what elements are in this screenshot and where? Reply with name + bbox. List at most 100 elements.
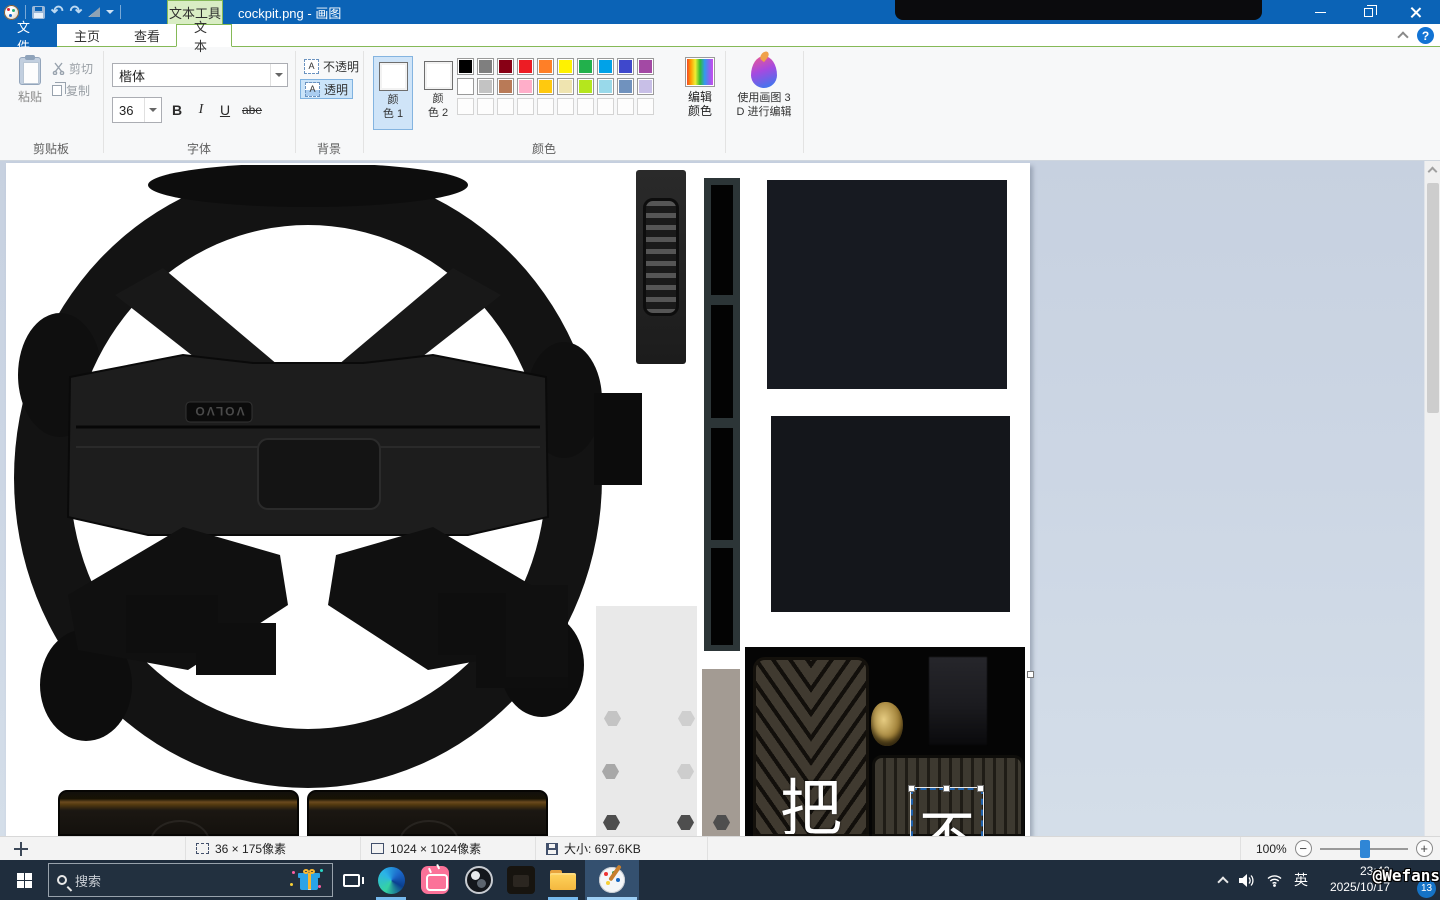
font-family-dropdown[interactable] bbox=[270, 64, 287, 86]
transparent-button[interactable]: A 透明 bbox=[300, 79, 353, 99]
palette-swatch-empty[interactable] bbox=[617, 98, 634, 115]
edit-colors-button[interactable]: 编辑颜色 bbox=[678, 57, 722, 118]
taskbar-obs-button[interactable] bbox=[457, 860, 501, 900]
search-promo-gift-icon[interactable] bbox=[298, 869, 320, 891]
taskbar-search-box[interactable]: 搜索 bbox=[48, 863, 333, 897]
palette-swatch[interactable] bbox=[557, 58, 574, 75]
paste-button[interactable]: 粘贴 bbox=[8, 57, 52, 105]
taskbar-paint-button[interactable] bbox=[585, 860, 639, 900]
zoom-level-text: 100% bbox=[1256, 842, 1287, 856]
minimize-button[interactable] bbox=[1296, 0, 1344, 24]
task-view-button[interactable] bbox=[333, 860, 369, 900]
chevron-down-icon bbox=[275, 73, 283, 77]
font-family-select[interactable]: 楷体 bbox=[112, 63, 288, 87]
tab-file[interactable]: 文件 bbox=[0, 24, 57, 47]
zoom-out-button[interactable]: − bbox=[1295, 840, 1312, 857]
underline-button[interactable]: U bbox=[214, 98, 236, 122]
bold-button[interactable]: B bbox=[166, 98, 188, 122]
palette-swatch[interactable] bbox=[457, 78, 474, 95]
taskbar-explorer-button[interactable] bbox=[541, 860, 585, 900]
selection-handle-top-right[interactable] bbox=[977, 785, 984, 792]
tab-view[interactable]: 查看 bbox=[117, 24, 177, 47]
background-group-label: 背景 bbox=[269, 140, 389, 157]
palette-swatch-empty[interactable] bbox=[557, 98, 574, 115]
restore-button[interactable] bbox=[1344, 0, 1392, 24]
palette-swatch[interactable] bbox=[517, 58, 534, 75]
font-size-select[interactable]: 36 bbox=[112, 97, 162, 123]
opaque-button[interactable]: A 不透明 bbox=[300, 56, 363, 76]
chevron-down-icon bbox=[149, 108, 157, 112]
restore-icon bbox=[1364, 8, 1373, 17]
palette-swatch-empty[interactable] bbox=[497, 98, 514, 115]
color2-button[interactable]: 颜 色 2 bbox=[418, 56, 458, 130]
palette-swatch-empty[interactable] bbox=[537, 98, 554, 115]
tab-text[interactable]: 文本 bbox=[176, 24, 232, 47]
palette-swatch[interactable] bbox=[517, 78, 534, 95]
palette-swatch-empty[interactable] bbox=[637, 98, 654, 115]
palette-swatch[interactable] bbox=[537, 58, 554, 75]
strikethrough-button[interactable]: abe bbox=[238, 98, 266, 122]
scroll-up-icon[interactable] bbox=[1428, 167, 1438, 177]
palette-swatch[interactable] bbox=[557, 78, 574, 95]
selection-handle-top-left[interactable] bbox=[908, 785, 915, 792]
taskbar-edge-button[interactable] bbox=[369, 860, 413, 900]
taskbar-bilibili-button[interactable] bbox=[413, 860, 457, 900]
palette-swatch[interactable] bbox=[477, 78, 494, 95]
palette-swatch-empty[interactable] bbox=[457, 98, 474, 115]
palette-swatch[interactable] bbox=[457, 58, 474, 75]
help-button[interactable]: ? bbox=[1417, 27, 1434, 44]
drawing-canvas[interactable]: VOLVO bbox=[6, 163, 1030, 836]
palette-swatch-empty[interactable] bbox=[517, 98, 534, 115]
customize-toolbar-dropdown-icon[interactable] bbox=[106, 10, 114, 14]
minimize-ribbon-icon[interactable] bbox=[1397, 31, 1408, 42]
close-button[interactable] bbox=[1392, 0, 1440, 24]
color1-swatch bbox=[379, 62, 408, 91]
zoom-slider-thumb[interactable] bbox=[1360, 840, 1370, 858]
taskbar: 搜索 英 23:40 2025/10/17 @Wefans 13 bbox=[0, 860, 1440, 900]
undo-icon[interactable]: ↶ bbox=[51, 5, 64, 19]
palette-swatch[interactable] bbox=[477, 58, 494, 75]
transparent-label: 透明 bbox=[324, 81, 348, 98]
color-palette bbox=[457, 58, 654, 115]
palette-swatch[interactable] bbox=[597, 58, 614, 75]
group-separator bbox=[803, 51, 804, 153]
palette-swatch[interactable] bbox=[577, 58, 594, 75]
palette-swatch-empty[interactable] bbox=[597, 98, 614, 115]
vertical-scrollbar[interactable] bbox=[1424, 161, 1440, 836]
palette-swatch[interactable] bbox=[537, 78, 554, 95]
edit-with-paint3d-button[interactable]: 使用画图 3D 进行编辑 bbox=[731, 56, 797, 119]
volume-icon[interactable] bbox=[1238, 873, 1255, 888]
redo-icon[interactable]: ↷ bbox=[70, 5, 83, 19]
italic-button[interactable]: I bbox=[190, 98, 212, 122]
tab-home[interactable]: 主页 bbox=[57, 24, 117, 47]
font-size-dropdown[interactable] bbox=[144, 98, 161, 122]
unknown-tool-icon[interactable] bbox=[88, 7, 100, 17]
palette-swatch[interactable] bbox=[577, 78, 594, 95]
scrollbar-thumb[interactable] bbox=[1427, 183, 1439, 413]
palette-swatch[interactable] bbox=[617, 58, 634, 75]
copy-button[interactable]: 复制 bbox=[52, 82, 90, 99]
input-language-indicator[interactable]: 英 bbox=[1294, 870, 1308, 890]
zoom-slider[interactable] bbox=[1320, 848, 1408, 850]
palette-swatch[interactable] bbox=[497, 58, 514, 75]
zoom-in-button[interactable]: + bbox=[1416, 840, 1433, 857]
taskbar-darkapp-button[interactable] bbox=[501, 860, 541, 900]
color1-button[interactable]: 颜 色 1 bbox=[373, 56, 413, 130]
cut-button[interactable]: 剪切 bbox=[52, 60, 93, 77]
palette-swatch-empty[interactable] bbox=[577, 98, 594, 115]
wifi-icon[interactable] bbox=[1266, 873, 1283, 887]
palette-swatch[interactable] bbox=[497, 78, 514, 95]
tray-expand-icon[interactable] bbox=[1217, 876, 1228, 887]
palette-swatch[interactable] bbox=[637, 78, 654, 95]
palette-swatch-empty[interactable] bbox=[477, 98, 494, 115]
palette-swatch[interactable] bbox=[637, 58, 654, 75]
palette-swatch[interactable] bbox=[617, 78, 634, 95]
copy-label: 复制 bbox=[66, 82, 90, 99]
canvas-resize-handle[interactable] bbox=[1027, 671, 1034, 678]
color2-swatch bbox=[424, 61, 453, 90]
selection-handle-top-center[interactable] bbox=[943, 785, 950, 792]
obs-icon bbox=[465, 866, 493, 894]
start-button[interactable] bbox=[0, 860, 48, 900]
palette-swatch[interactable] bbox=[597, 78, 614, 95]
text-selection-box[interactable] bbox=[911, 788, 983, 836]
